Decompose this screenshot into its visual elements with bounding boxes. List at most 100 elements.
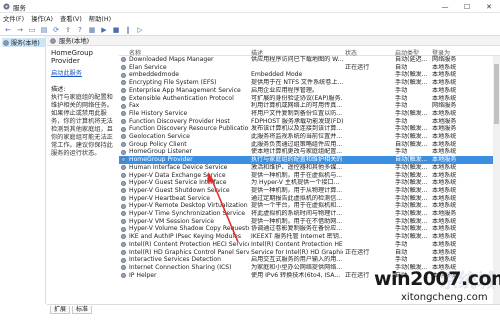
console-icon[interactable]: ▭ — [27, 25, 37, 34]
service-logon-as: 本地系统 — [432, 194, 457, 202]
service-row[interactable]: Encrypting File System (EFS) 提供用于在 NTFS 文… — [119, 79, 500, 87]
play-icon[interactable]: ▶ — [99, 25, 109, 34]
service-row[interactable]: Group Policy Client 此服务负责通过组策略组件应用... 自动(触… — [119, 141, 500, 149]
service-logon-as: 本地服务 — [432, 210, 457, 217]
gear-icon — [121, 272, 126, 278]
service-row[interactable]: Intel(R) Content Protection HECI Service… — [119, 241, 500, 249]
service-logon-as: 本地系统 — [432, 240, 457, 248]
gear-icon — [121, 257, 126, 263]
service-name: Intel(R) Content Protection HECI Service — [129, 240, 249, 248]
service-status: 正在运行 — [345, 63, 370, 71]
service-row[interactable]: Function Discovery Resource Publication 发… — [119, 125, 500, 133]
menu-help[interactable]: 帮助(H) — [89, 14, 111, 23]
service-name: Intel(R) HD Graphics Control Panel Servi… — [129, 248, 249, 256]
properties-icon[interactable]: ▦ — [87, 25, 97, 34]
service-logon-as: 本地系统 — [432, 133, 457, 140]
service-description: 通过定期报告此虚拟机的检测信... — [251, 194, 343, 202]
service-row[interactable]: Extensible Authentication Protocol 可扩展的身份… — [119, 95, 500, 103]
service-row[interactable]: Hyper-V Time Synchronization Service 将此虚拟… — [119, 210, 500, 218]
gear-icon — [121, 242, 126, 248]
gear-icon — [121, 226, 126, 232]
gear-icon — [121, 249, 126, 255]
service-row[interactable]: Elan Service 正在运行 自动 本地系统 — [119, 64, 500, 72]
forward-icon[interactable]: → — [15, 25, 25, 34]
service-row[interactable]: Hyper-V Data Exchange Service 提供一种机制，用于在虚… — [119, 172, 500, 180]
service-startup-type: 手动 — [395, 256, 408, 264]
service-logon-as: 网络服务 — [432, 56, 457, 63]
restart-icon[interactable]: ▷ — [135, 25, 145, 34]
service-description: 使用 IPv6 转换技术(6to4, ISA... — [251, 271, 341, 279]
service-name: Hyper-V Time Synchronization Service — [129, 210, 245, 217]
service-name: Interactive Services Detection — [129, 256, 221, 264]
scrollbar-thumb[interactable] — [494, 64, 499, 124]
stop-icon[interactable]: ■ — [111, 25, 121, 34]
service-row[interactable]: Hyper-V Guest Shutdown Service 提供一种机制，用于从… — [119, 187, 500, 195]
service-name: IP Helper — [129, 271, 157, 279]
service-row[interactable]: Hyper-V Volume Shadow Copy Requestor 协调通过… — [119, 225, 500, 233]
service-logon-as: 本地系统 — [432, 202, 457, 210]
service-row[interactable]: Enterprise App Management Service 启用企业应用程… — [119, 87, 500, 95]
back-icon[interactable]: ← — [3, 25, 13, 34]
service-row[interactable]: Hyper-V Heartbeat Service 通过定期报告此虚拟机的检测信.… — [119, 195, 500, 203]
service-startup-type: 手动(触发... — [395, 225, 428, 233]
tree-node-services-local[interactable]: 服务(本地) — [2, 38, 45, 47]
service-row[interactable]: HomeGroup Listener 使本地计算机更改与家庭组配置... 手动 本地系… — [119, 148, 500, 156]
gear-icon — [121, 80, 126, 86]
service-row[interactable]: Downloaded Maps Manager 供应用程序访问已下载地图的 W..… — [119, 56, 500, 64]
service-startup-type: 手动 — [395, 148, 408, 156]
service-startup-type: 自动(延迟... — [395, 56, 428, 63]
service-row[interactable]: Intel(R) HD Graphics Control Panel Servi… — [119, 249, 500, 257]
service-logon-as: 本地系统 — [432, 163, 457, 171]
gear-icon — [121, 219, 126, 225]
tab-extended[interactable]: 扩展 — [50, 306, 71, 314]
service-row[interactable]: File History Service 将用户文件复制到备份位置以防... 手动(… — [119, 110, 500, 118]
service-startup-type: 自动(触发... — [395, 140, 428, 148]
gear-icon — [121, 195, 126, 201]
service-description: 协调通过卷影复制服务在备份应... — [251, 225, 343, 233]
service-name: Downloaded Maps Manager — [129, 56, 214, 63]
service-row[interactable]: Hyper-V Guest Service Interface 为 Hyper-V… — [119, 179, 500, 187]
maximize-icon[interactable]: ☐ — [456, 0, 478, 13]
service-row[interactable]: embeddedmode Embedded Mode 手动(触发... 本地系统 — [119, 71, 500, 79]
service-row[interactable]: Function Discovery Provider Host FDPHOST … — [119, 118, 500, 126]
pause-icon[interactable]: ‖ — [123, 25, 133, 34]
gear-icon — [121, 203, 126, 209]
service-logon-as: 本地服务 — [432, 117, 457, 125]
service-startup-type: 手动(触发... — [395, 186, 428, 194]
service-startup-type: 手动 — [395, 86, 408, 94]
service-startup-type: 自动 — [395, 248, 408, 256]
service-name: HomeGroup Provider — [129, 156, 193, 164]
service-row[interactable]: Interactive Services Detection 启用交互式服务的用户… — [119, 256, 500, 264]
service-name: Human Interface Device Service — [129, 163, 228, 171]
menu-view[interactable]: 查看(V) — [60, 14, 82, 23]
tab-standard[interactable]: 标准 — [72, 306, 93, 314]
start-service-link[interactable]: 启动此服务 — [51, 70, 115, 78]
menu-file[interactable]: 文件(F) — [3, 14, 24, 23]
service-startup-type: 自动(触发... — [395, 156, 428, 164]
service-description: Intel(R) Content Protection HE... — [251, 240, 343, 248]
minimize-icon[interactable]: — — [434, 0, 456, 13]
service-row[interactable]: HomeGroup Provider 执行与家庭组的配置和维护相关的... 自动(触… — [119, 156, 500, 164]
service-status: 正在运行 — [345, 248, 370, 256]
refresh-icon[interactable]: ⟳ — [51, 25, 61, 34]
gear-icon — [121, 57, 126, 63]
service-row[interactable]: Fax 利用计算机或网络上的可用传真... 手动 网络服务 — [119, 102, 500, 110]
gear-icon — [121, 172, 126, 178]
service-description: 启用交互式服务的用户输入的用... — [251, 256, 343, 264]
service-row[interactable]: Human Interface Device Service 激活和维护、遥控器和… — [119, 164, 500, 172]
close-icon[interactable]: ✕ — [478, 0, 500, 13]
help-icon[interactable]: ? — [75, 25, 85, 34]
service-name: Internet Connection Sharing (ICS) — [129, 263, 232, 271]
menu-action[interactable]: 操作(A) — [31, 14, 53, 23]
service-name: Function Discovery Provider Host — [129, 117, 230, 125]
service-row[interactable]: Hyper-V Remote Desktop Virtualization Se… — [119, 202, 500, 210]
export-icon[interactable]: ⇪ — [63, 25, 73, 34]
service-startup-type: 手动 — [395, 94, 408, 102]
service-row[interactable]: Hyper-V VM Session Service 提供一种机制，用于在不借助网… — [119, 218, 500, 226]
service-row[interactable]: Geolocation Service 此服务将监视系统的当前位置并... 手动(触… — [119, 133, 500, 141]
tree-icon[interactable]: ▤ — [39, 25, 49, 34]
gear-icon — [121, 165, 126, 171]
service-name: File History Service — [129, 109, 188, 117]
service-row[interactable]: IKE and AuthIP IPsec Keying Modules IKEEX… — [119, 233, 500, 241]
gear-icon — [121, 111, 126, 117]
